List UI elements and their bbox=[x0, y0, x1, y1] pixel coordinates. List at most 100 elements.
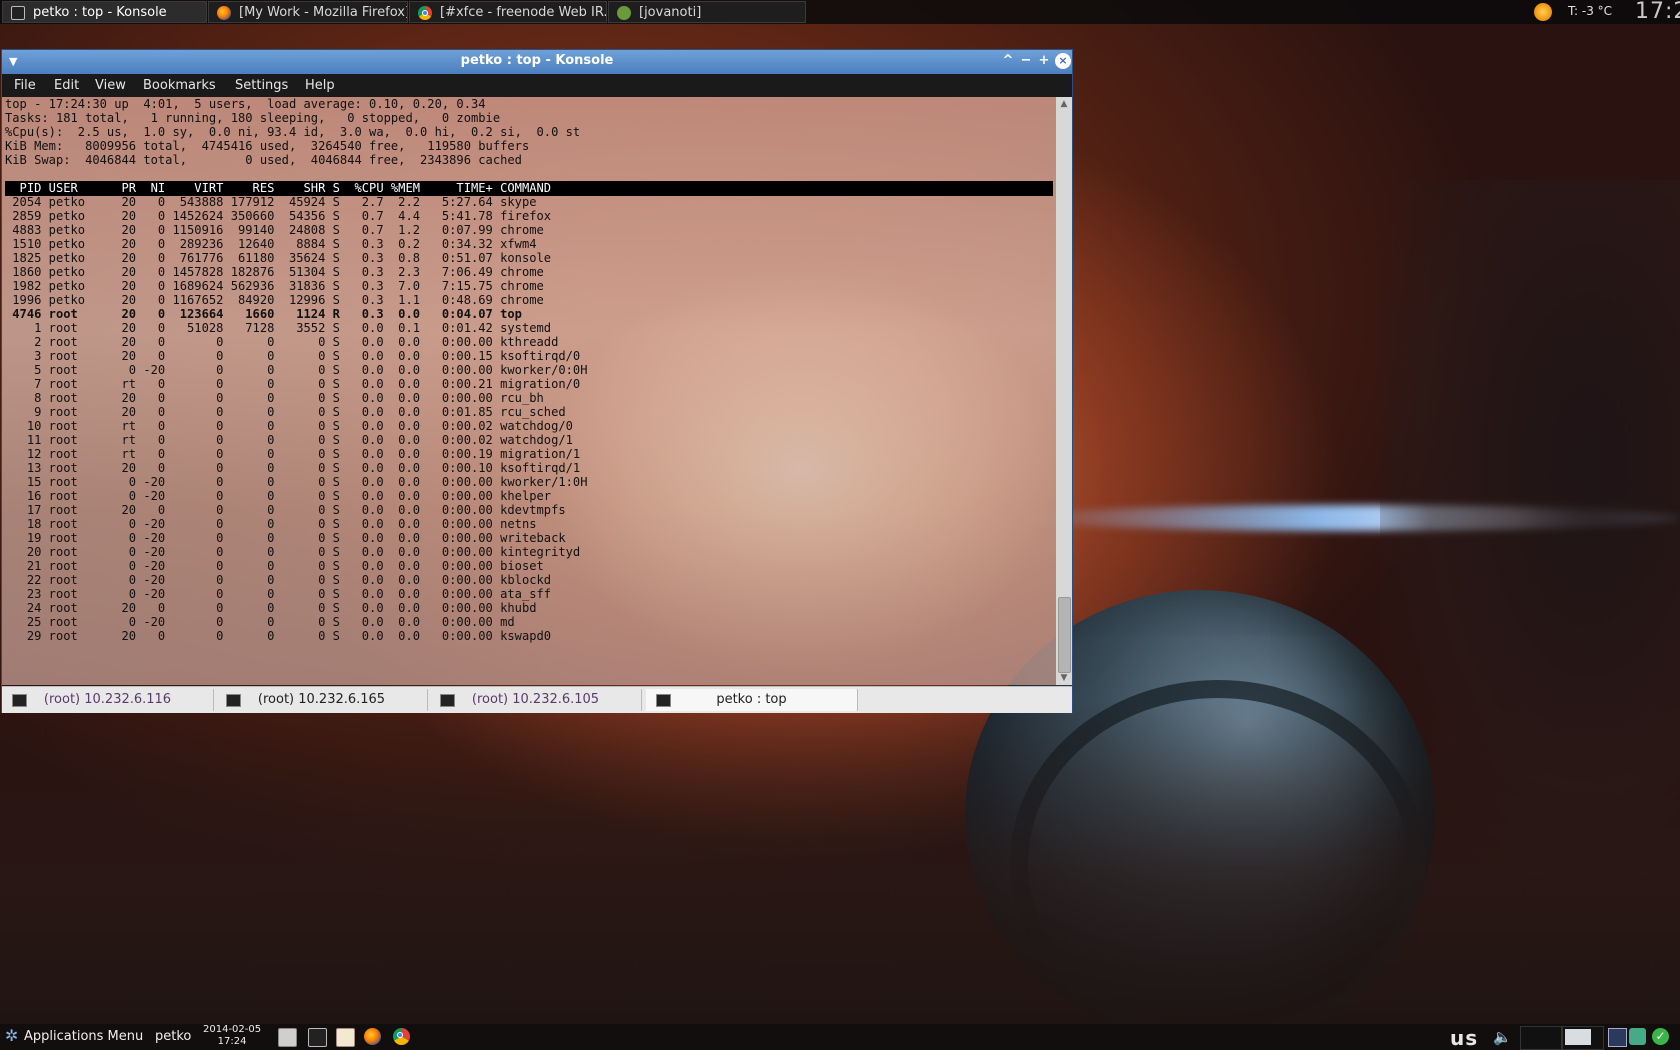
clipboard-icon[interactable] bbox=[1629, 1028, 1646, 1045]
workspace-2[interactable] bbox=[1562, 1026, 1604, 1050]
terminal-output[interactable]: top - 17:24:30 up 4:01, 5 users, load av… bbox=[2, 97, 1056, 685]
temperature[interactable]: T: -3 °C bbox=[1568, 4, 1612, 18]
process-row: 4746 root 20 0 123664 1660 1124 R 0.3 0.… bbox=[5, 307, 522, 321]
menu-file[interactable]: File bbox=[14, 78, 36, 93]
tab-root-116[interactable]: (root) 10.232.6.116 bbox=[2, 689, 214, 711]
process-row: 9 root 20 0 0 0 0 S 0.0 0.0 0:01.85 rcu_… bbox=[5, 405, 566, 419]
menu-bookmarks[interactable]: Bookmarks bbox=[143, 78, 216, 93]
speaker-icon[interactable]: 🔈 bbox=[1493, 1028, 1512, 1046]
xfce-mouse-icon[interactable]: ✲ bbox=[5, 1028, 21, 1044]
window-title: petko : top - Konsole bbox=[460, 53, 614, 68]
konsole-tabbar: (root) 10.232.6.116 (root) 10.232.6.165 … bbox=[2, 686, 1072, 713]
process-row: 24 root 20 0 0 0 0 S 0.0 0.0 0:00.00 khu… bbox=[5, 601, 537, 615]
process-row: 29 root 20 0 0 0 0 S 0.0 0.0 0:00.00 ksw… bbox=[5, 629, 552, 643]
tab-label: (root) 10.232.6.105 bbox=[471, 692, 600, 707]
close-button[interactable]: × bbox=[1055, 53, 1071, 69]
terminal-icon bbox=[440, 694, 455, 707]
process-row: 15 root 0 -20 0 0 0 S 0.0 0.0 0:00.00 kw… bbox=[5, 475, 588, 489]
user-menu[interactable]: petko bbox=[155, 1029, 191, 1044]
task-label: petko : top - Konsole bbox=[33, 5, 167, 20]
konsole-window: ▼ petko : top - Konsole ^ − + × File Edi… bbox=[1, 49, 1073, 713]
process-row: 4883 petko 20 0 1150916 99140 24808 S 0.… bbox=[5, 223, 544, 237]
update-check-icon[interactable]: ✓ bbox=[1652, 1028, 1669, 1045]
panel-date: 2014-02-05 bbox=[203, 1024, 262, 1035]
maximize-button[interactable]: + bbox=[1036, 53, 1052, 69]
shade-button[interactable]: ^ bbox=[1000, 53, 1016, 69]
network-icon[interactable] bbox=[1608, 1028, 1627, 1047]
text-editor-icon[interactable] bbox=[336, 1028, 355, 1047]
process-row: 2859 petko 20 0 1452624 350660 54356 S 0… bbox=[5, 209, 552, 223]
terminal-icon bbox=[11, 6, 25, 20]
tab-root-105[interactable]: (root) 10.232.6.105 bbox=[430, 689, 642, 711]
menubar: File Edit View Bookmarks Settings Help bbox=[2, 74, 1072, 97]
window-titlebar[interactable]: ▼ petko : top - Konsole ^ − + × bbox=[2, 50, 1072, 74]
minimize-button[interactable]: − bbox=[1018, 53, 1034, 69]
terminal-scrollbar[interactable]: ▲ ▼ bbox=[1056, 97, 1072, 685]
process-table-header: PID USER PR NI VIRT RES SHR S %CPU %MEM … bbox=[5, 181, 1053, 196]
process-row: 23 root 0 -20 0 0 0 S 0.0 0.0 0:00.00 at… bbox=[5, 587, 552, 601]
file-manager-icon[interactable] bbox=[278, 1028, 297, 1047]
process-row: 12 root rt 0 0 0 0 S 0.0 0.0 0:00.19 mig… bbox=[5, 447, 581, 461]
top-summary-line: Tasks: 181 total, 1 running, 180 sleepin… bbox=[5, 111, 501, 125]
menu-settings[interactable]: Settings bbox=[235, 78, 288, 93]
bottom-panel: ✲ Applications Menu petko 2014-02-05 17:… bbox=[0, 1024, 1680, 1050]
terminal-icon bbox=[656, 694, 671, 707]
applications-menu[interactable]: Applications Menu bbox=[24, 1029, 143, 1044]
process-row: 11 root rt 0 0 0 0 S 0.0 0.0 0:00.02 wat… bbox=[5, 433, 573, 447]
top-summary-line: %Cpu(s): 2.5 us, 1.0 sy, 0.0 ni, 93.4 id… bbox=[5, 125, 581, 139]
task-konsole[interactable]: petko : top - Konsole bbox=[2, 1, 207, 23]
process-row: 1996 petko 20 0 1167652 84920 12996 S 0.… bbox=[5, 293, 544, 307]
scroll-up-icon[interactable]: ▲ bbox=[1056, 97, 1072, 111]
firefox-icon[interactable] bbox=[364, 1028, 381, 1045]
process-row: 17 root 20 0 0 0 0 S 0.0 0.0 0:00.00 kde… bbox=[5, 503, 566, 517]
process-row: 2 root 20 0 0 0 0 S 0.0 0.0 0:00.00 kthr… bbox=[5, 335, 559, 349]
workspace-window-preview bbox=[1565, 1029, 1591, 1045]
process-row: 21 root 0 -20 0 0 0 S 0.0 0.0 0:00.00 bi… bbox=[5, 559, 544, 573]
chrome-icon bbox=[418, 6, 432, 20]
scroll-down-icon[interactable]: ▼ bbox=[1056, 671, 1072, 685]
top-summary-line: KiB Mem: 8009956 total, 4745416 used, 32… bbox=[5, 139, 530, 153]
menu-edit[interactable]: Edit bbox=[54, 78, 79, 93]
process-row: 1982 petko 20 0 1689624 562936 31836 S 0… bbox=[5, 279, 544, 293]
tab-label: (root) 10.232.6.116 bbox=[43, 692, 172, 707]
firefox-icon bbox=[217, 6, 231, 20]
terminal-icon[interactable] bbox=[308, 1028, 327, 1047]
top-panel: petko : top - Konsole [My Work - Mozilla… bbox=[0, 0, 1680, 24]
task-label: [jovanoti] bbox=[639, 5, 702, 20]
tab-label: (root) 10.232.6.165 bbox=[257, 692, 386, 707]
process-row: 7 root rt 0 0 0 0 S 0.0 0.0 0:00.21 migr… bbox=[5, 377, 581, 391]
wallpaper-clouds-bottom bbox=[0, 700, 1680, 1050]
process-row: 10 root rt 0 0 0 0 S 0.0 0.0 0:00.02 wat… bbox=[5, 419, 573, 433]
task-firefox[interactable]: [My Work - Mozilla Firefox] bbox=[208, 1, 408, 23]
terminal-icon bbox=[12, 694, 27, 707]
process-row: 8 root 20 0 0 0 0 S 0.0 0.0 0:00.00 rcu_… bbox=[5, 391, 544, 405]
chrome-icon[interactable] bbox=[393, 1028, 410, 1045]
sun-icon[interactable] bbox=[1534, 3, 1552, 21]
panel-clock[interactable]: 17:24 bbox=[1635, 0, 1680, 24]
process-row: 3 root 20 0 0 0 0 S 0.0 0.0 0:00.15 ksof… bbox=[5, 349, 581, 363]
panel-datetime[interactable]: 2014-02-05 17:24 bbox=[203, 1024, 261, 1048]
tab-label: petko : top bbox=[716, 692, 787, 707]
task-label: [My Work - Mozilla Firefox] bbox=[239, 5, 408, 20]
menu-view[interactable]: View bbox=[95, 78, 126, 93]
process-row: 22 root 0 -20 0 0 0 S 0.0 0.0 0:00.00 kb… bbox=[5, 573, 552, 587]
pidgin-icon bbox=[617, 6, 631, 20]
task-pidgin[interactable]: [jovanoti] bbox=[608, 1, 806, 23]
scrollbar-thumb[interactable] bbox=[1058, 597, 1071, 673]
panel-time: 17:24 bbox=[217, 1036, 247, 1047]
process-row: 25 root 0 -20 0 0 0 S 0.0 0.0 0:00.00 md bbox=[5, 615, 515, 629]
process-row: 1860 petko 20 0 1457828 182876 51304 S 0… bbox=[5, 265, 544, 279]
process-row: 1825 petko 20 0 761776 61180 35624 S 0.3… bbox=[5, 251, 552, 265]
tab-petko-top[interactable]: petko : top bbox=[646, 689, 858, 711]
workspace-1[interactable] bbox=[1520, 1026, 1562, 1050]
process-row: 20 root 0 -20 0 0 0 S 0.0 0.0 0:00.00 ki… bbox=[5, 545, 581, 559]
tab-root-165[interactable]: (root) 10.232.6.165 bbox=[216, 689, 428, 711]
menu-help[interactable]: Help bbox=[305, 78, 335, 93]
task-label: [#xfce - freenode Web IR... bbox=[440, 5, 607, 20]
terminal-icon bbox=[226, 694, 241, 707]
process-row: 13 root 20 0 0 0 0 S 0.0 0.0 0:00.10 kso… bbox=[5, 461, 581, 475]
task-chrome-irc[interactable]: [#xfce - freenode Web IR... bbox=[409, 1, 607, 23]
keyboard-layout[interactable]: us bbox=[1450, 1026, 1478, 1050]
process-row: 1 root 20 0 51028 7128 3552 S 0.0 0.1 0:… bbox=[5, 321, 552, 335]
top-summary-line: KiB Swap: 4046844 total, 0 used, 4046844… bbox=[5, 153, 522, 167]
